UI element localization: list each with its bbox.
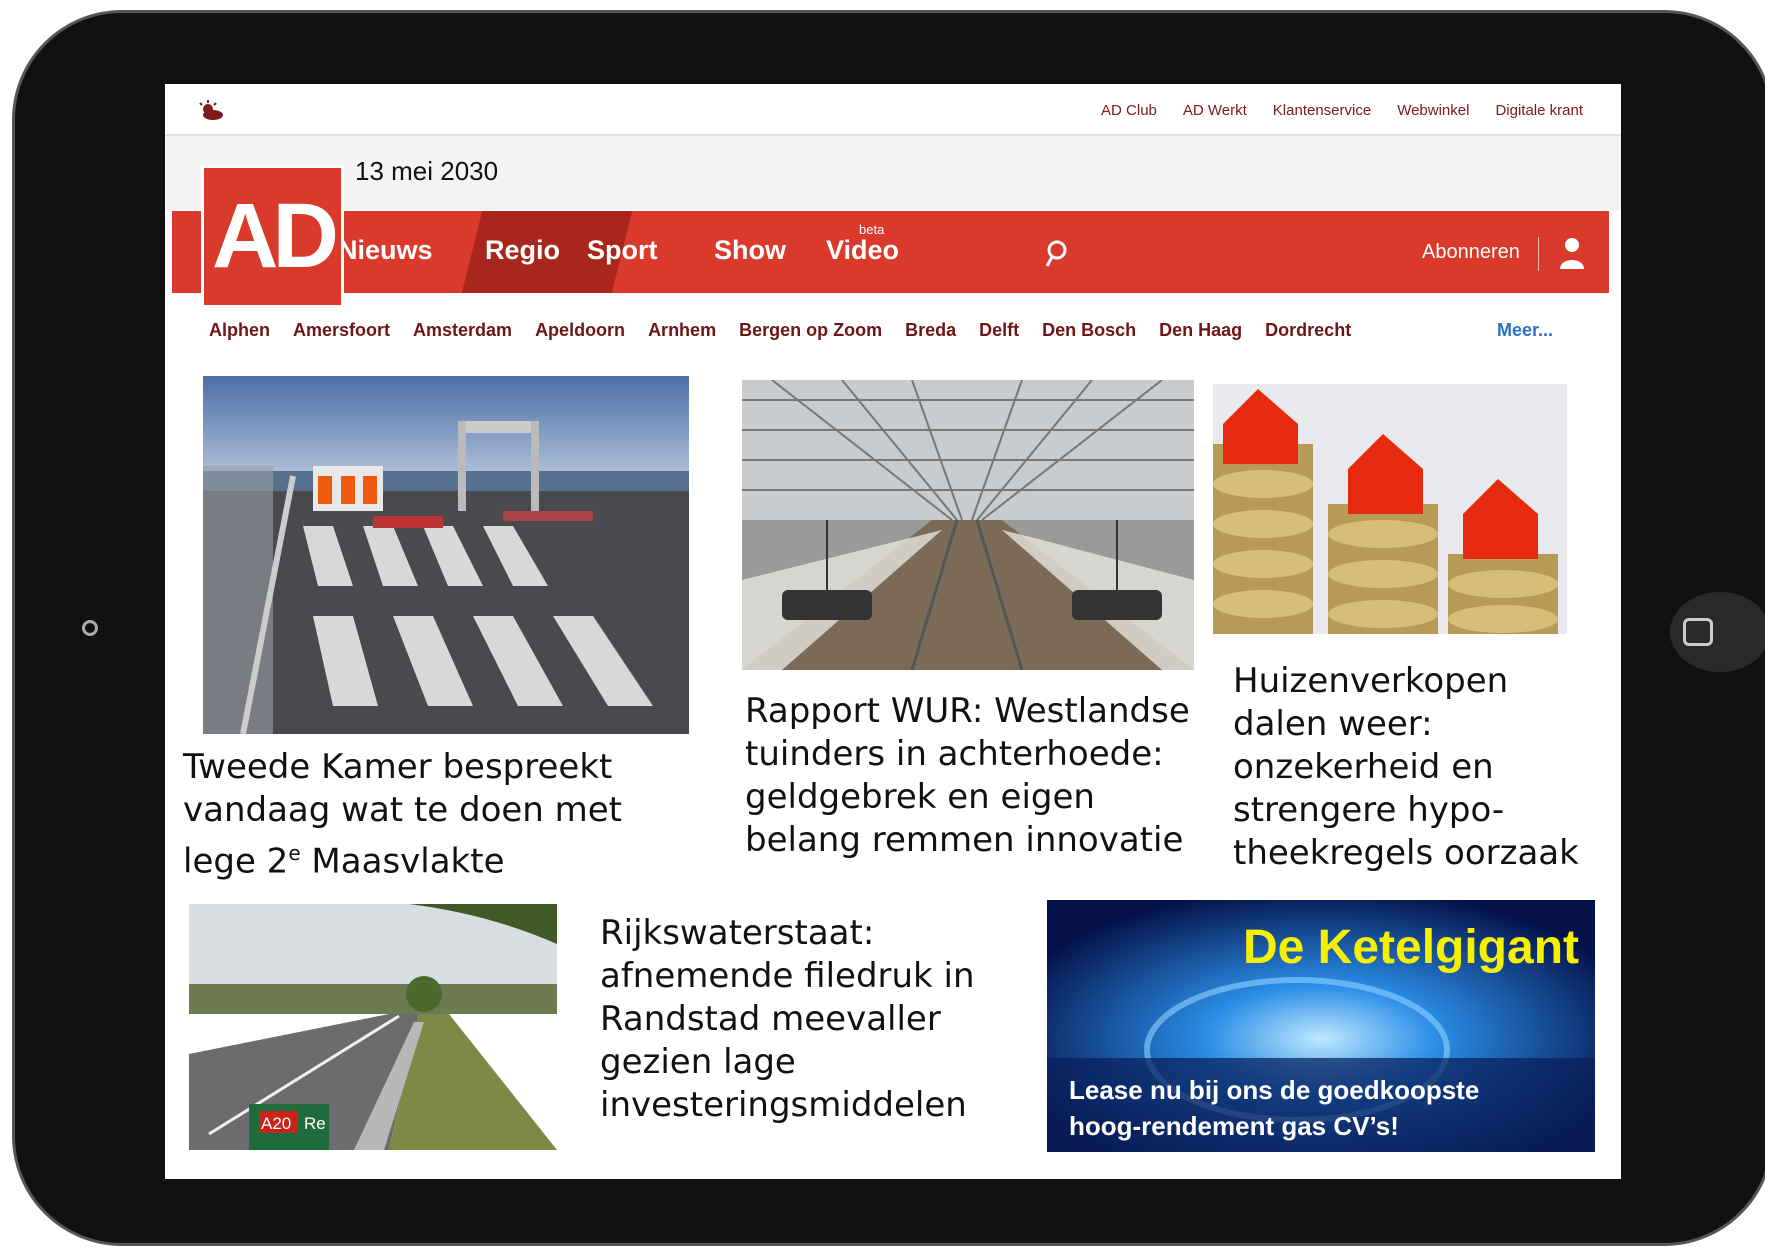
highway-photo[interactable]: A20 Re <box>189 904 557 1150</box>
browser-screen: AD Club AD Werkt Klantenservice Webwinke… <box>165 84 1621 1179</box>
link-ad-club[interactable]: AD Club <box>1101 102 1157 119</box>
city-link[interactable]: Amersfoort <box>293 320 390 341</box>
headline-rijkswaterstaat[interactable]: Rijkswaterstaat: afnemende filedruk in R… <box>600 912 1020 1127</box>
link-klantenservice[interactable]: Klantenservice <box>1273 102 1371 119</box>
city-link[interactable]: Dordrecht <box>1265 320 1351 341</box>
ketelgigant-ad[interactable]: De Ketelgigant Lease nu bij ons de goedk… <box>1047 900 1595 1152</box>
weather-icon <box>199 100 223 120</box>
city-link[interactable]: Bergen op Zoom <box>739 320 882 341</box>
city-link[interactable]: Alphen <box>209 320 270 341</box>
subscribe-link[interactable]: Abonneren <box>1422 241 1520 264</box>
home-button-icon <box>1683 618 1713 646</box>
top-utility-bar: AD Club AD Werkt Klantenservice Webwinke… <box>165 84 1621 136</box>
nav-regio[interactable]: Regio <box>485 235 560 266</box>
video-beta-badge: beta <box>859 222 885 237</box>
nav-show[interactable]: Show <box>714 235 786 266</box>
search-icon[interactable] <box>1042 239 1070 269</box>
headline-westland[interactable]: Rapport WUR: Westlandse tuinders in acht… <box>745 690 1215 862</box>
main-nav: Nieuws Regio Sport Show Video beta Abonn… <box>172 211 1609 293</box>
headline-maasvlakte[interactable]: Tweede Kamer bespreekt vandaag wat te do… <box>183 746 703 883</box>
camera-icon <box>82 620 98 636</box>
current-date: 13 mei 2030 <box>355 156 499 186</box>
link-ad-werkt[interactable]: AD Werkt <box>1183 102 1247 119</box>
user-icon[interactable] <box>1559 236 1585 270</box>
city-link[interactable]: Den Haag <box>1159 320 1242 341</box>
link-webwinkel[interactable]: Webwinkel <box>1397 102 1469 119</box>
city-link[interactable]: Amsterdam <box>413 320 512 341</box>
link-digitale-krant[interactable]: Digitale krant <box>1495 102 1583 119</box>
houses-coins-photo[interactable] <box>1213 384 1567 634</box>
ad-caption: Lease nu bij ons de goedkoopste hoog-ren… <box>1069 1075 1480 1141</box>
ad-title: De Ketelgigant <box>1242 921 1579 974</box>
headline-huizenverkopen[interactable]: Huizenverkopen dalen weer: onzekerheid e… <box>1233 660 1613 875</box>
maasvlakte-photo[interactable] <box>203 376 689 734</box>
more-cities-link[interactable]: Meer... <box>1497 320 1553 341</box>
region-city-list: Alphen Amersfoort Amsterdam Apeldoorn Ar… <box>209 320 1374 341</box>
city-link[interactable]: Delft <box>979 320 1019 341</box>
nav-sport[interactable]: Sport <box>587 235 658 266</box>
city-link[interactable]: Apeldoorn <box>535 320 625 341</box>
city-link[interactable]: Arnhem <box>648 320 716 341</box>
greenhouse-photo[interactable] <box>742 380 1194 670</box>
road-sign-text: Re <box>304 1114 326 1133</box>
road-sign-code: A20 <box>261 1114 291 1133</box>
city-link[interactable]: Breda <box>905 320 956 341</box>
nav-nieuws[interactable]: Nieuws <box>338 235 433 266</box>
nav-divider <box>1538 237 1539 271</box>
nav-video[interactable]: Video <box>826 235 899 266</box>
city-link[interactable]: Den Bosch <box>1042 320 1136 341</box>
ad-logo[interactable]: AD <box>201 165 344 308</box>
top-links: AD Club AD Werkt Klantenservice Webwinke… <box>1101 102 1583 119</box>
